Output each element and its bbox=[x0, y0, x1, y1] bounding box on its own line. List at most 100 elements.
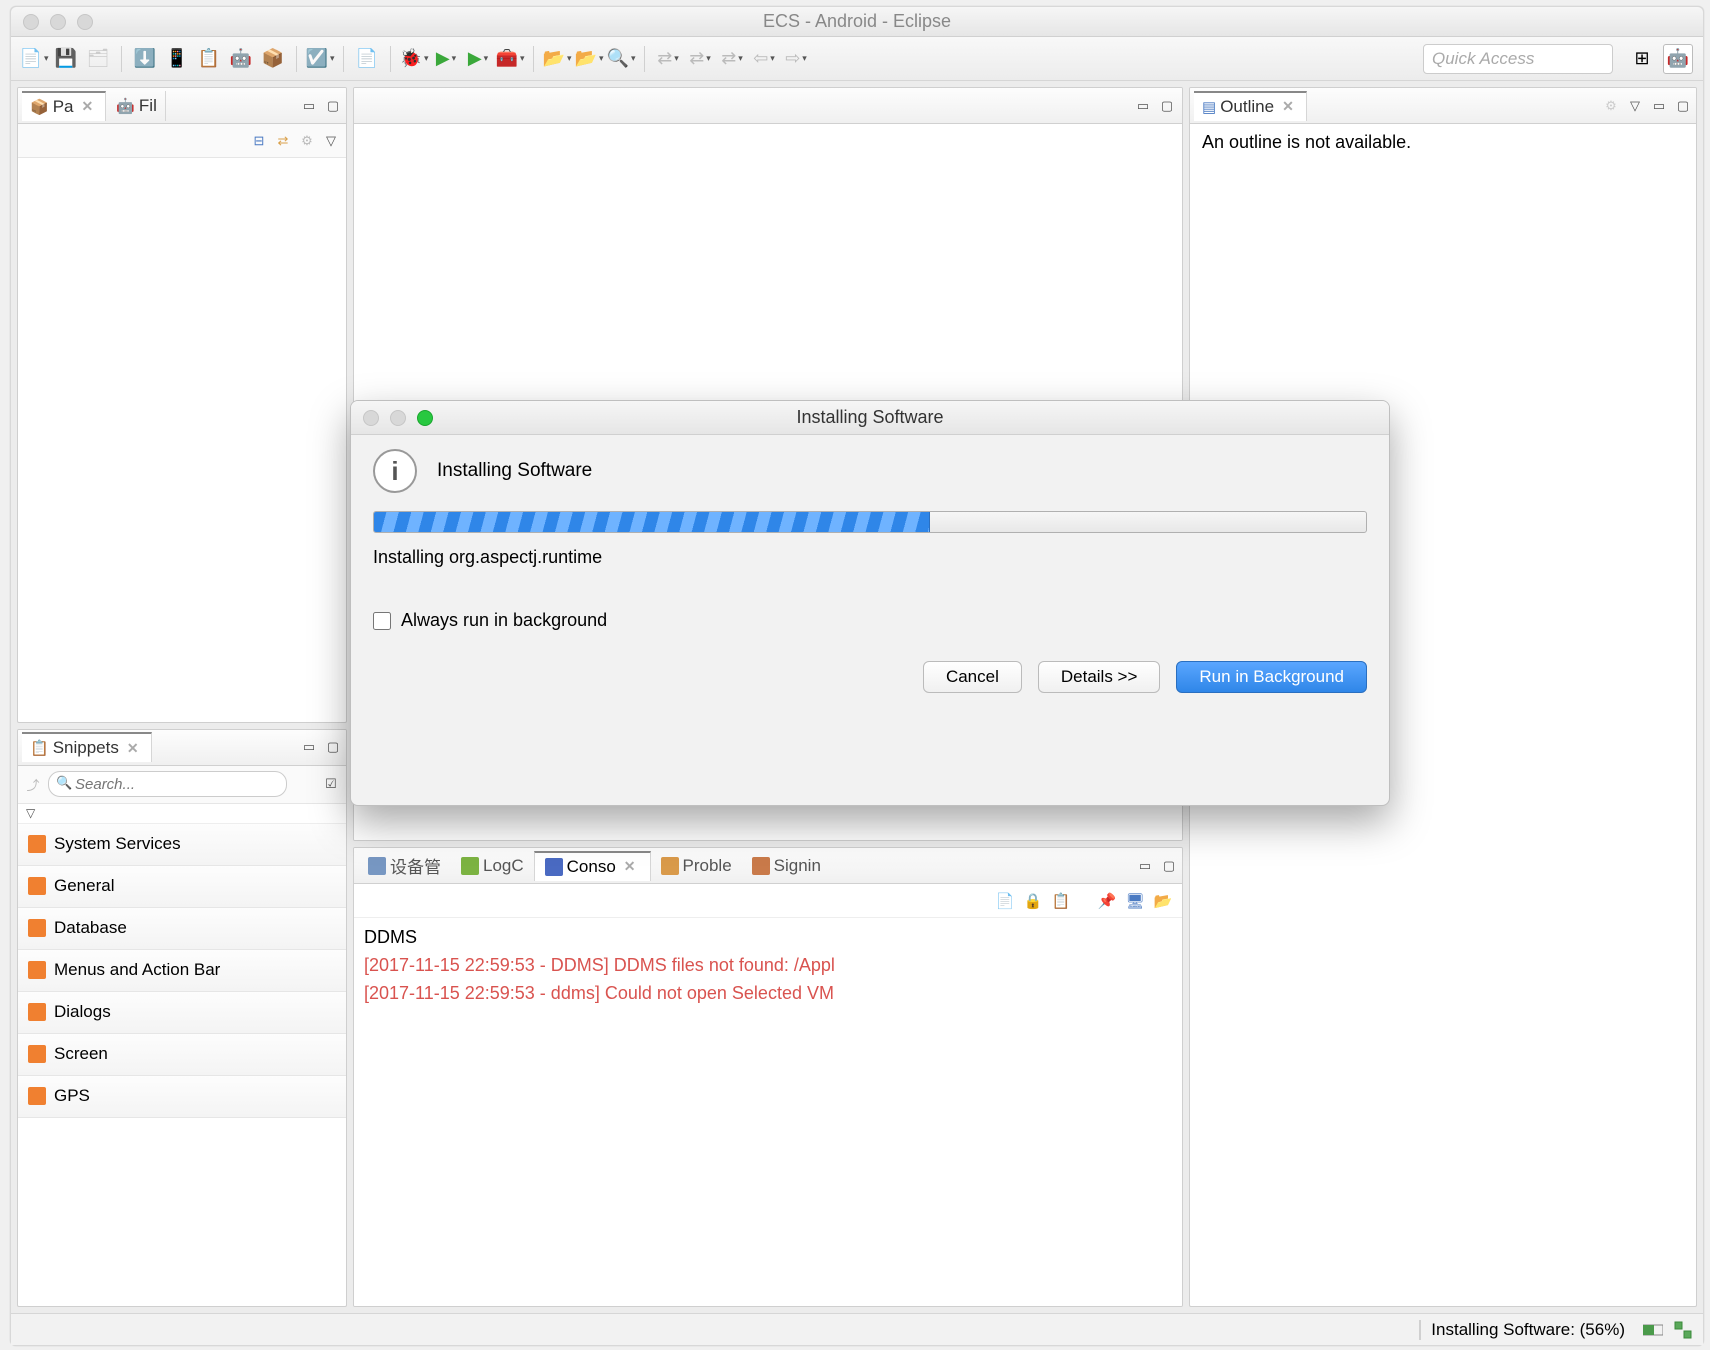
save-icon[interactable]: 💾 bbox=[53, 46, 79, 72]
debug-icon[interactable]: 🐞 bbox=[401, 46, 427, 72]
console-icon bbox=[545, 858, 563, 876]
view-menu-icon[interactable]: ▽ bbox=[322, 132, 340, 150]
outline-message: An outline is not available. bbox=[1202, 132, 1684, 153]
tab-snippets[interactable]: 📋 Snippets ✕ bbox=[22, 732, 152, 762]
nav-icon2[interactable]: ⇄ bbox=[687, 46, 713, 72]
run-last-icon[interactable]: ▶ bbox=[465, 46, 491, 72]
left-column: 📦 Pa ✕ 🤖 Fil ▭ ▢ ⊟ ⇄ ⚙ bbox=[17, 87, 347, 1307]
console-body[interactable]: DDMS [2017-11-15 22:59:53 - DDMS] DDMS f… bbox=[354, 918, 1182, 1306]
run-in-background-button[interactable]: Run in Background bbox=[1176, 661, 1367, 693]
tab-close-icon[interactable]: ✕ bbox=[620, 858, 640, 875]
snippet-category[interactable]: Dialogs bbox=[18, 992, 346, 1034]
filter-icon[interactable]: ⚙ bbox=[1602, 97, 1620, 115]
link-icon[interactable]: ⇄ bbox=[274, 132, 292, 150]
snippets-search-input[interactable] bbox=[48, 771, 287, 797]
details-button[interactable]: Details >> bbox=[1038, 661, 1161, 693]
tab-close-icon[interactable]: ✕ bbox=[1278, 98, 1298, 115]
android-perspective-icon[interactable]: 🤖 bbox=[1663, 44, 1693, 74]
chevron-down-icon[interactable]: ▽ bbox=[18, 804, 346, 824]
pane-controls: ▭ ▢ bbox=[1134, 97, 1176, 115]
snippet-category[interactable]: GPS bbox=[18, 1076, 346, 1118]
tab-file-explorer[interactable]: 🤖 Fil bbox=[108, 91, 166, 121]
tab-devices[interactable]: 设备管 bbox=[358, 851, 451, 881]
pane-header: ▤ Outline ✕ ⚙ ▽ ▭ ▢ bbox=[1190, 88, 1696, 124]
run-icon[interactable]: ▶ bbox=[433, 46, 459, 72]
minimize-icon[interactable]: ▭ bbox=[1136, 857, 1154, 875]
snippet-label: System Services bbox=[54, 834, 181, 854]
save-all-icon[interactable]: 🗂 bbox=[85, 46, 111, 72]
quick-access-input[interactable]: Quick Access bbox=[1423, 44, 1613, 74]
android-icon: 🤖 bbox=[116, 97, 135, 115]
tab-close-icon[interactable]: ✕ bbox=[77, 98, 97, 115]
snippet-label: Screen bbox=[54, 1044, 108, 1064]
minimize-icon[interactable]: ▭ bbox=[300, 97, 318, 115]
view-menu-icon[interactable]: ▽ bbox=[1626, 97, 1644, 115]
open-task-icon[interactable]: 📂 bbox=[576, 46, 602, 72]
display-icon[interactable]: 🖥 bbox=[1124, 890, 1146, 912]
open-type-icon[interactable]: 📂 bbox=[544, 46, 570, 72]
maximize-icon[interactable]: ▢ bbox=[1674, 97, 1692, 115]
tab-logcat[interactable]: LogC bbox=[451, 851, 534, 881]
android-project-icon[interactable]: 📦 bbox=[260, 46, 286, 72]
minimize-icon[interactable]: ▭ bbox=[1134, 97, 1152, 115]
back-icon[interactable]: ⇦ bbox=[751, 46, 777, 72]
new-package-icon[interactable]: 📄 bbox=[354, 46, 380, 72]
separator bbox=[296, 46, 297, 72]
wrap-icon[interactable]: 📋 bbox=[1050, 890, 1072, 912]
folder-icon bbox=[28, 1087, 46, 1105]
always-background-checkbox[interactable]: Always run in background bbox=[373, 610, 1367, 631]
sdk-manager-icon[interactable]: ⬇️ bbox=[132, 46, 158, 72]
pane-controls: ▭ ▢ bbox=[300, 738, 342, 756]
pane-toolbar: ⊟ ⇄ ⚙ ▽ bbox=[18, 124, 346, 158]
lock-icon[interactable]: 🔒 bbox=[1022, 890, 1044, 912]
snippet-category[interactable]: General bbox=[18, 866, 346, 908]
search-icon[interactable]: 🔍 bbox=[608, 46, 634, 72]
cancel-button[interactable]: Cancel bbox=[923, 661, 1022, 693]
tab-problems[interactable]: Proble bbox=[651, 851, 742, 881]
snippet-category[interactable]: Menus and Action Bar bbox=[18, 950, 346, 992]
snippet-category[interactable]: System Services bbox=[18, 824, 346, 866]
checkbox-input[interactable] bbox=[373, 612, 391, 630]
tab-outline[interactable]: ▤ Outline ✕ bbox=[1194, 91, 1307, 121]
export-icon[interactable]: ⤴ bbox=[24, 775, 42, 793]
maximize-icon[interactable]: ▢ bbox=[324, 97, 342, 115]
avd-manager-icon[interactable]: 📱 bbox=[164, 46, 190, 72]
android-icon[interactable]: 🤖 bbox=[228, 46, 254, 72]
open-perspective-icon[interactable]: ⊞ bbox=[1627, 44, 1657, 74]
external-tools-icon[interactable]: 🧰 bbox=[497, 46, 523, 72]
separator bbox=[644, 46, 645, 72]
console-toolbar: 📄 🔒 📋 📌 🖥 📂 bbox=[354, 884, 1182, 918]
outline-icon: ▤ bbox=[1202, 98, 1216, 116]
filter-icon[interactable]: ⚙ bbox=[298, 132, 316, 150]
maximize-icon[interactable]: ▢ bbox=[1158, 97, 1176, 115]
tab-close-icon[interactable]: ✕ bbox=[123, 740, 143, 757]
clear-icon[interactable]: 📄 bbox=[994, 890, 1016, 912]
lint-icon[interactable]: 📋 bbox=[196, 46, 222, 72]
nav-icon3[interactable]: ⇄ bbox=[719, 46, 745, 72]
check-icon[interactable]: ☑ bbox=[322, 775, 340, 793]
minimize-icon[interactable]: ▭ bbox=[300, 738, 318, 756]
nav-icon[interactable]: ⇄ bbox=[655, 46, 681, 72]
pin-icon[interactable]: 📌 bbox=[1096, 890, 1118, 912]
maximize-icon[interactable]: ▢ bbox=[324, 738, 342, 756]
tasks-icon[interactable] bbox=[1673, 1320, 1693, 1340]
minimize-icon[interactable]: ▭ bbox=[1650, 97, 1668, 115]
snippet-category[interactable]: Database bbox=[18, 908, 346, 950]
tab-label: Proble bbox=[683, 856, 732, 876]
collapse-icon[interactable]: ⊟ bbox=[250, 132, 268, 150]
progress-bar-icon[interactable] bbox=[1643, 1320, 1663, 1340]
snippet-category[interactable]: Screen bbox=[18, 1034, 346, 1076]
tab-signin[interactable]: Signin bbox=[742, 851, 831, 881]
new-console-icon[interactable]: 📂 bbox=[1152, 890, 1174, 912]
dialog-body: i Installing Software Installing org.asp… bbox=[351, 435, 1389, 805]
tab-console[interactable]: Conso✕ bbox=[534, 851, 651, 881]
pane-controls: ⚙ ▽ ▭ ▢ bbox=[1602, 97, 1692, 115]
progress-fill bbox=[374, 512, 930, 532]
maximize-icon[interactable]: ▢ bbox=[1160, 857, 1178, 875]
console-pane: 设备管 LogC Conso✕ Proble Signin ▭ ▢ 📄 🔒 📋 … bbox=[353, 847, 1183, 1307]
snippet-label: GPS bbox=[54, 1086, 90, 1106]
forward-icon[interactable]: ⇨ bbox=[783, 46, 809, 72]
new-icon[interactable]: 📄 bbox=[21, 46, 47, 72]
tab-package-explorer[interactable]: 📦 Pa ✕ bbox=[22, 91, 106, 121]
checkbox-icon[interactable]: ☑️ bbox=[307, 46, 333, 72]
